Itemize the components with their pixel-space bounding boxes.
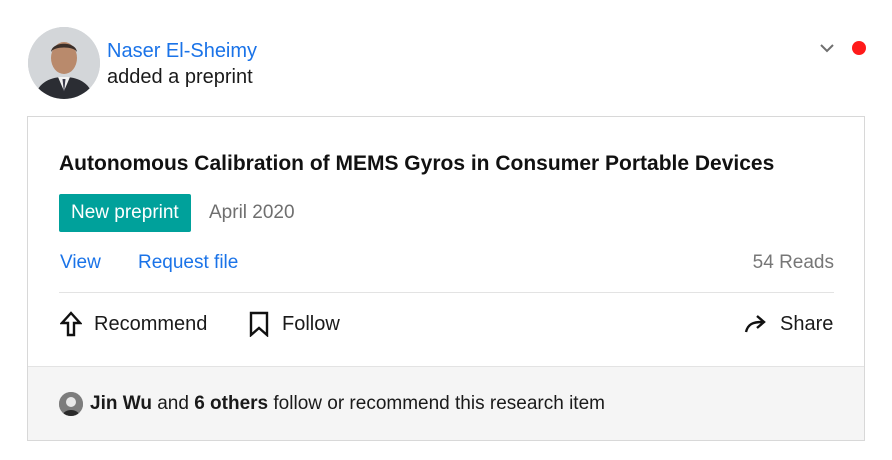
status-badge: New preprint — [59, 194, 191, 232]
follow-button[interactable]: Follow — [248, 309, 340, 339]
author-link[interactable]: Naser El-Sheimy — [107, 39, 257, 63]
others-count[interactable]: 6 others — [194, 393, 268, 414]
footer-connector: and — [157, 393, 189, 414]
research-title[interactable]: Autonomous Calibration of MEMS Gyros in … — [59, 151, 774, 177]
recommend-arrow-icon — [60, 311, 82, 337]
author-avatar-image — [28, 27, 100, 99]
chevron-down-icon[interactable] — [818, 41, 836, 55]
reads-count: 54 Reads — [752, 252, 834, 273]
recommend-button[interactable]: Recommend — [60, 309, 207, 339]
footer-suffix: follow or recommend this research item — [273, 393, 605, 414]
follow-label: Follow — [282, 312, 340, 335]
research-item-card: Autonomous Calibration of MEMS Gyros in … — [27, 116, 865, 441]
notification-dot — [852, 41, 866, 55]
view-link[interactable]: View — [60, 251, 101, 275]
follower-avatar[interactable] — [59, 392, 83, 416]
recommend-label: Recommend — [94, 312, 208, 335]
post-action-text: added a preprint — [107, 66, 253, 88]
share-button[interactable]: Share — [744, 309, 833, 339]
bookmark-icon — [249, 311, 269, 337]
request-file-link[interactable]: Request file — [138, 251, 238, 275]
follower-name[interactable]: Jin Wu — [90, 393, 152, 414]
author-avatar[interactable] — [28, 27, 100, 99]
post-header: Naser El-Sheimy added a preprint — [28, 27, 868, 101]
follower-avatar-image — [59, 392, 83, 416]
share-arrow-icon — [744, 315, 766, 333]
divider — [59, 292, 834, 293]
followers-summary: Jin Wu and 6 others follow or recommend … — [90, 392, 605, 416]
publication-date: April 2020 — [209, 202, 295, 223]
share-label: Share — [780, 312, 834, 335]
card-footer: Jin Wu and 6 others follow or recommend … — [28, 366, 864, 440]
